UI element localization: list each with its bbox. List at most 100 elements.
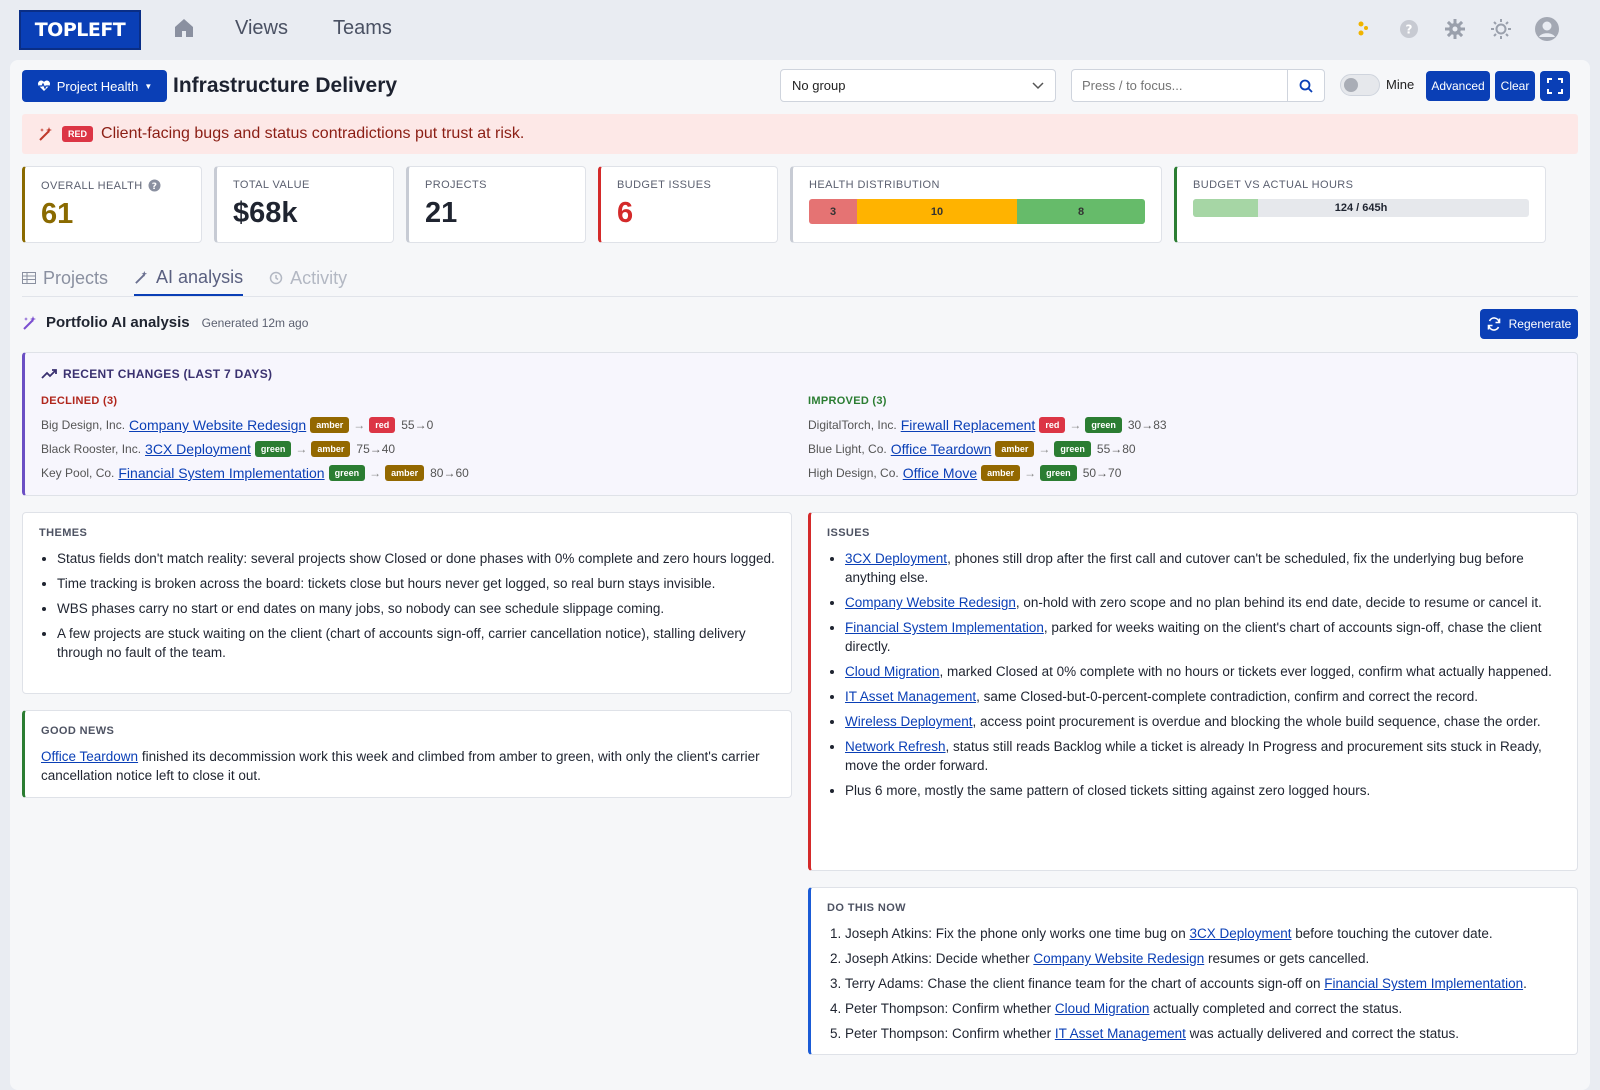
project-link[interactable]: Financial System Implementation <box>1324 976 1523 991</box>
ai-sparkle-icon[interactable] <box>1348 14 1378 44</box>
info-icon[interactable]: ? <box>148 179 161 192</box>
action-post: was actually delivered and correct the s… <box>1185 1026 1460 1041</box>
issue-item: Cloud Migration, marked Closed at 0% com… <box>845 662 1561 681</box>
client-name: Black Rooster, Inc. <box>41 442 142 456</box>
project-link[interactable]: 3CX Deployment <box>145 441 251 457</box>
search-button[interactable] <box>1287 70 1324 101</box>
status-badge-from: amber <box>995 441 1035 457</box>
theme-item: A few projects are stuck waiting on the … <box>57 624 775 662</box>
do-this-now-card: DO THIS NOW Joseph Atkins: Fix the phone… <box>808 887 1578 1055</box>
good-news-text: Office Teardown finished its decommissio… <box>41 749 760 783</box>
nav-teams[interactable]: Teams <box>333 17 392 40</box>
change-row: Blue Light, Co. Office Teardown amber → gree… <box>808 437 1167 461</box>
history-icon <box>269 271 283 285</box>
svg-text:?: ? <box>151 182 157 192</box>
action-item: Joseph Atkins: Decide whether Company We… <box>845 949 1561 968</box>
kpi-overall-health: OVERALL HEALTH ? 61 <box>22 166 202 243</box>
project-link[interactable]: 3CX Deployment <box>1189 926 1291 941</box>
tab-projects[interactable]: Projects <box>22 260 108 296</box>
health-red-segment[interactable]: 3 <box>809 199 857 224</box>
project-link[interactable]: IT Asset Management <box>1055 1026 1186 1041</box>
status-badge-from: green <box>254 441 292 457</box>
tab-activity[interactable]: Activity <box>269 260 347 296</box>
arrow-right-icon: → <box>369 466 382 480</box>
fullscreen-icon <box>1547 78 1563 94</box>
issue-item: Wireless Deployment, access point procur… <box>845 712 1561 731</box>
project-link[interactable]: Office Move <box>903 465 977 481</box>
status-badge-from: amber <box>310 417 350 433</box>
project-link[interactable]: Firewall Replacement <box>901 417 1036 433</box>
help-icon[interactable]: ? <box>1394 14 1424 44</box>
issues-list: 3CX Deployment, phones still drop after … <box>827 549 1561 800</box>
issue-item: IT Asset Management, same Closed-but-0-p… <box>845 687 1561 706</box>
tab-ai-analysis[interactable]: AI analysis <box>134 260 244 296</box>
score-change: 55→0 <box>401 418 434 432</box>
search-box <box>1071 69 1325 102</box>
nav-views[interactable]: Views <box>235 17 288 40</box>
project-link[interactable]: Wireless Deployment <box>845 714 973 729</box>
health-green-segment[interactable]: 8 <box>1017 199 1145 224</box>
group-select[interactable]: No group <box>780 69 1056 102</box>
action-post: before touching the cutover date. <box>1291 926 1493 941</box>
score-change: 55→80 <box>1096 442 1136 456</box>
project-link[interactable]: Office Teardown <box>41 749 138 764</box>
project-link[interactable]: Network Refresh <box>845 739 946 754</box>
kpi-total-value: TOTAL VALUE $68k <box>214 166 394 243</box>
analysis-header: Portfolio AI analysis Generated 12m ago <box>22 314 308 331</box>
health-amber-segment[interactable]: 10 <box>857 199 1017 224</box>
refresh-icon <box>1487 317 1500 331</box>
search-icon <box>1299 79 1313 93</box>
action-post: resumes or gets cancelled. <box>1204 951 1370 966</box>
declined-label: DECLINED (3) <box>41 395 118 407</box>
health-alert: RED Client-facing bugs and status contra… <box>22 114 1578 154</box>
issue-text: , on-hold with zero scope and no plan be… <box>1015 595 1542 610</box>
caret-down-icon: ▼ <box>144 81 153 91</box>
app-logo[interactable]: TOPLEFT <box>19 10 141 50</box>
gear-icon[interactable] <box>1440 14 1470 44</box>
project-link[interactable]: Office Teardown <box>891 441 992 457</box>
kpi-budget-issues: BUDGET ISSUES 6 <box>598 166 778 243</box>
project-link[interactable]: IT Asset Management <box>845 689 976 704</box>
status-badge-from: amber <box>981 465 1021 481</box>
project-link[interactable]: 3CX Deployment <box>845 551 947 566</box>
kpi-health-distribution: HEALTH DISTRIBUTION 3 10 8 <box>790 166 1162 243</box>
recent-changes-title: RECENT CHANGES (LAST 7 DAYS) <box>41 367 1561 381</box>
search-input[interactable] <box>1072 70 1287 101</box>
total-value: $68k <box>233 197 298 229</box>
sun-icon[interactable] <box>1486 14 1516 44</box>
project-link[interactable]: Cloud Migration <box>845 664 940 679</box>
alert-badge: RED <box>62 126 94 142</box>
action-item: Terry Adams: Chase the client finance te… <box>845 974 1561 993</box>
project-link[interactable]: Financial System Implementation <box>118 465 324 481</box>
project-link[interactable]: Financial System Implementation <box>845 620 1044 635</box>
client-name: DigitalTorch, Inc. <box>808 418 897 432</box>
project-health-button[interactable]: Project Health ▼ <box>22 70 167 102</box>
action-pre: Terry Adams: Chase the client finance te… <box>845 976 1325 991</box>
clear-button[interactable]: Clear <box>1495 71 1535 101</box>
status-badge-to: red <box>369 417 396 433</box>
action-item: Peter Thompson: Confirm whether Cloud Mi… <box>845 999 1561 1018</box>
client-name: Key Pool, Co. <box>41 466 115 480</box>
fullscreen-button[interactable] <box>1540 71 1570 101</box>
arrow-right-icon: → <box>1038 442 1051 456</box>
project-link[interactable]: Company Website Redesign <box>129 417 306 433</box>
issue-text: , access point procurement is overdue an… <box>972 714 1541 729</box>
declined-column: DECLINED (3) Big Design, Inc. Company Web… <box>41 395 469 485</box>
project-link[interactable]: Company Website Redesign <box>845 595 1016 610</box>
issue-text: Plus 6 more, mostly the same pattern of … <box>845 783 1371 798</box>
advanced-button[interactable]: Advanced <box>1426 71 1490 101</box>
score-change: 30→83 <box>1127 418 1167 432</box>
home-icon[interactable] <box>172 16 196 40</box>
mine-toggle[interactable] <box>1340 74 1380 96</box>
user-avatar-icon[interactable] <box>1532 14 1562 44</box>
svg-text:?: ? <box>1406 23 1413 37</box>
issue-item: 3CX Deployment, phones still drop after … <box>845 549 1561 587</box>
regenerate-button[interactable]: Regenerate <box>1480 309 1578 339</box>
action-post: actually completed and correct the statu… <box>1149 1001 1403 1016</box>
status-badge-to: green <box>1085 417 1122 433</box>
magic-wand-icon <box>39 127 52 141</box>
action-pre: Peter Thompson: Confirm whether <box>845 1001 1055 1016</box>
project-link[interactable]: Cloud Migration <box>1055 1001 1150 1016</box>
project-link[interactable]: Company Website Redesign <box>1033 951 1204 966</box>
budget-issues-count: 6 <box>617 197 634 229</box>
